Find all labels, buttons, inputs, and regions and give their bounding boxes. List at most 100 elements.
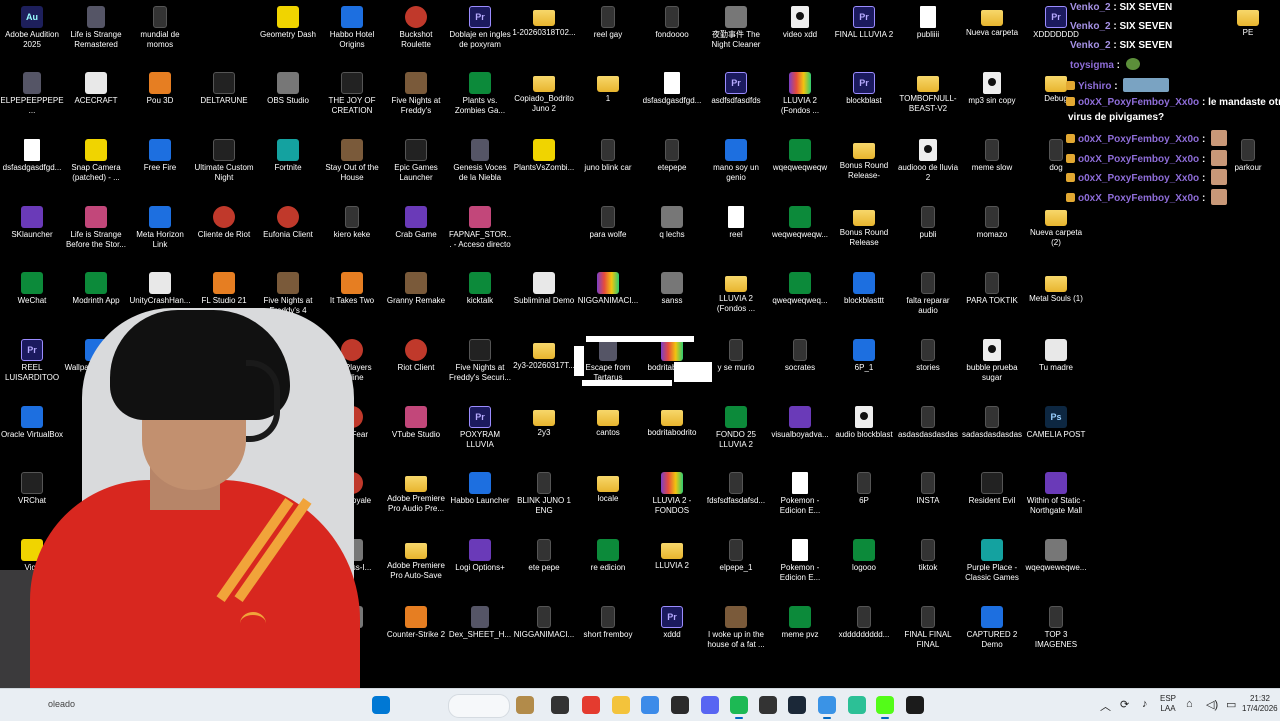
desktop-icon[interactable]: Dex_SHEET_H... [448, 602, 512, 640]
app-red-dot-icon[interactable] [759, 696, 777, 714]
desktop-icon[interactable]: Adobe Premiere Pro Audio Pre... [384, 468, 448, 514]
desktop-icon[interactable]: Pokemon - Edicion E... [768, 468, 832, 516]
chat-username[interactable]: Venko_2 [1070, 40, 1111, 51]
chat-username[interactable]: Yishiro [1078, 81, 1112, 92]
desktop-icon[interactable]: cantos [576, 402, 640, 438]
desktop-icon[interactable]: para wolfe [576, 202, 640, 240]
network-icon[interactable]: ⌂ [1186, 698, 1193, 710]
desktop-icon[interactable]: LLUVIA 2 (Fondos ... [704, 268, 768, 314]
desktop-icon[interactable]: FAPNAF_STOR... - Acceso directo [448, 202, 512, 250]
desktop-icon[interactable]: 2y3-20260317T... [512, 335, 576, 371]
desktop-icon[interactable]: 2y3 [512, 402, 576, 438]
desktop-icon[interactable]: LLUVIA 2 [640, 535, 704, 571]
desktop-icon[interactable]: FINAL FINAL FINAL [896, 602, 960, 650]
desktop-icon[interactable]: Pou 3D [128, 68, 192, 106]
desktop-icon[interactable]: Snap Camera (patched) - ... [64, 135, 128, 183]
desktop-icon[interactable]: Metal Souls (1) [1024, 268, 1088, 304]
chat-username[interactable]: o0xX_PoxyFemboy_Xx0o [1078, 173, 1199, 184]
desktop-icon[interactable]: stories [896, 335, 960, 373]
desktop-icon[interactable]: Habbo Launcher [448, 468, 512, 506]
desktop-icon[interactable]: I woke up in the house of a fat ... [704, 602, 768, 650]
chat-username[interactable]: o0xX_PoxyFemboy_Xx0o [1078, 97, 1199, 108]
desktop-icon[interactable]: video xdd [768, 2, 832, 40]
desktop-icon[interactable]: wqeqweweqwe... [1024, 535, 1088, 573]
desktop-icon[interactable]: wqeqweqweqw [768, 135, 832, 173]
desktop-icon[interactable]: juno blink car [576, 135, 640, 173]
desktop-icon[interactable]: publi [896, 202, 960, 240]
obs-icon[interactable] [671, 696, 689, 714]
desktop-icon[interactable]: OBS Studio [256, 68, 320, 106]
desktop-icon[interactable]: fondoooo [640, 2, 704, 40]
desktop-icon[interactable]: Buckshot Roulette [384, 2, 448, 50]
desktop-icon[interactable]: POXYRAM LLUVIA [448, 402, 512, 450]
desktop-icon[interactable]: weqweqweqw... [768, 202, 832, 240]
desktop-icon[interactable]: bodritabodrito [640, 402, 704, 438]
desktop-icon[interactable]: Meta Horizon Link [128, 202, 192, 250]
windows-start-icon[interactable] [372, 696, 390, 714]
app-v-icon[interactable] [848, 696, 866, 714]
desktop-icon[interactable]: LLUVIA 2 - FONDOS [640, 468, 704, 516]
desktop-icon[interactable]: xddddddddd... [832, 602, 896, 640]
spotify-icon[interactable] [730, 696, 748, 719]
notepad-icon[interactable] [818, 696, 836, 719]
desktop-icon[interactable]: THE JOY OF CREATION Demo [320, 68, 384, 116]
desktop-icon[interactable]: fdsfsdfasdafsd... [704, 468, 768, 506]
desktop-icon[interactable]: Fortnite [256, 135, 320, 173]
desktop-icon[interactable]: INSTA [896, 468, 960, 506]
desktop-icon[interactable]: Doblaje en ingles de poxyram [448, 2, 512, 50]
desktop-icon[interactable]: Life is Strange Before the Stor... [64, 202, 128, 250]
desktop-icon[interactable]: Eufonia Client [256, 202, 320, 240]
desktop-icon[interactable]: etepepe [640, 135, 704, 173]
desktop-icon[interactable]: Genesis Voces de la Niebla (Voic... [448, 135, 512, 183]
chat-username[interactable]: toysigma [1070, 60, 1114, 71]
desktop-icon[interactable]: VTube Studio [384, 402, 448, 440]
desktop-icon[interactable]: TOMBOFNULL-BEAST-V2 [896, 68, 960, 114]
desktop-icon[interactable]: FINAL LLUVIA 2 [832, 2, 896, 40]
desktop-icon[interactable]: Cliente de Riot [192, 202, 256, 240]
desktop-icon[interactable]: TOP 3 IMAGENES LEGENDARIAS [1024, 602, 1088, 650]
desktop-icon[interactable]: asdasdasdasdas [896, 402, 960, 440]
chevron-up-icon[interactable]: ︿ [1100, 698, 1111, 714]
desktop-icon[interactable]: DELTARUNE [192, 68, 256, 106]
desktop-icon[interactable]: blockblasttt [832, 268, 896, 306]
system-clock[interactable]: 21:32 17/4/2026 [1242, 694, 1278, 714]
desktop-icon[interactable]: Within of Static - Northgate Mall [1024, 468, 1088, 516]
desktop-icon[interactable]: 1 [576, 68, 640, 104]
desktop-icon[interactable]: logooo [832, 535, 896, 573]
desktop-icon[interactable]: Five Nights at Freddy's Securi... [448, 335, 512, 383]
volume-icon[interactable]: ◁) [1206, 698, 1218, 711]
desktop-icon[interactable]: elpepe_1 [704, 535, 768, 573]
desktop-icon[interactable]: meme slow [960, 135, 1024, 173]
steam-icon[interactable] [788, 696, 806, 714]
desktop-icon[interactable]: kicktalk [448, 268, 512, 306]
desktop-icon[interactable]: meme pvz [768, 602, 832, 640]
desktop-icon[interactable]: Ultimate Custom Night [192, 135, 256, 183]
anydesk-icon[interactable] [582, 696, 600, 714]
chrome-icon[interactable] [641, 696, 659, 714]
task-view-icon[interactable] [551, 696, 569, 714]
desktop-icon[interactable]: ete pepe [512, 535, 576, 573]
chat-username[interactable]: Venko_2 [1070, 2, 1111, 13]
microphone-icon[interactable]: ♪ [1142, 698, 1148, 710]
desktop-icon[interactable]: Counter-Strike 2 [384, 602, 448, 640]
sync-icon[interactable]: ⟳ [1120, 698, 1129, 711]
desktop-icon[interactable]: Habbo Hotel Origins [320, 2, 384, 50]
desktop-icon[interactable]: blockblast [832, 68, 896, 106]
desktop-icon[interactable]: mano soy un genio [704, 135, 768, 183]
desktop-icon[interactable]: qweqweqweq... [768, 268, 832, 306]
desktop-icon[interactable]: PlantsVsZombi... [512, 135, 576, 173]
desktop-icon[interactable]: Adobe Premiere Pro Auto-Save [384, 535, 448, 581]
desktop-icon[interactable]: ACECRAFT [64, 68, 128, 106]
file-explorer-icon[interactable] [612, 696, 630, 714]
chat-username[interactable]: o0xX_PoxyFemboy_Xx0o [1078, 193, 1199, 204]
desktop-icon[interactable]: short fremboy [576, 602, 640, 640]
desktop-icon[interactable]: momazo [960, 202, 1024, 240]
desktop-icon[interactable]: sadasdasdasdas [960, 402, 1024, 440]
desktop-icon[interactable]: xddd [640, 602, 704, 640]
desktop-icon[interactable]: visualboyadva... [768, 402, 832, 440]
desktop-icon[interactable]: reel gay [576, 2, 640, 40]
chat-username[interactable]: o0xX_PoxyFemboy_Xx0o [1078, 134, 1199, 145]
desktop-icon[interactable]: kiero keke [320, 202, 384, 240]
desktop-icon[interactable]: locale [576, 468, 640, 504]
desktop-icon[interactable]: NIGGANIMACI... [576, 268, 640, 306]
